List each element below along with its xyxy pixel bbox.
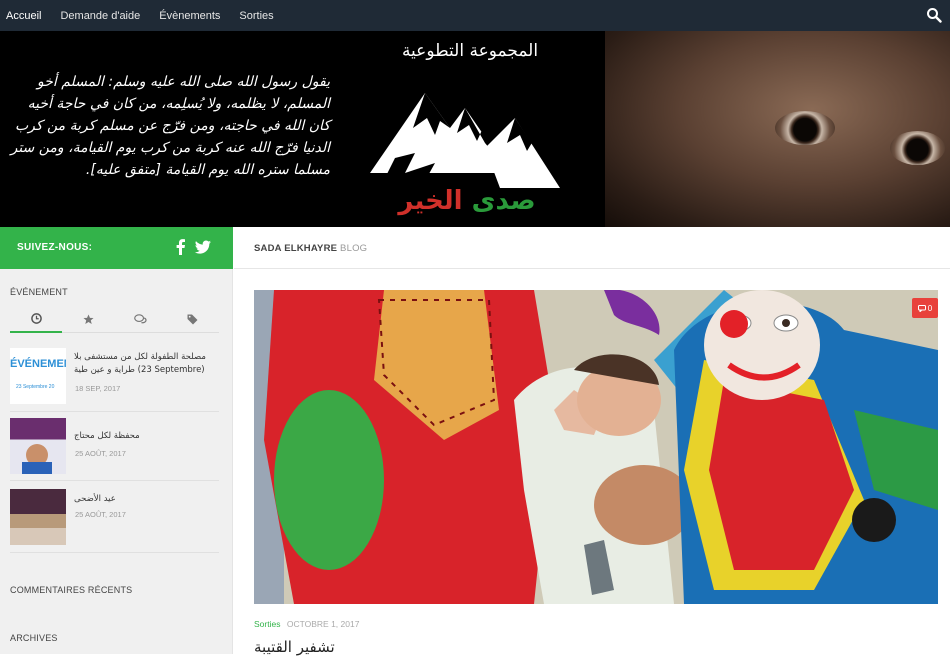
star-icon xyxy=(83,313,94,324)
main-menu: Accueil Demande d'aide Évènements Sortie… xyxy=(6,0,293,31)
blog-title: SADA ELKHAYRE BLOG xyxy=(254,243,367,254)
comment-icon xyxy=(917,304,926,312)
shirt-shape xyxy=(22,462,52,474)
nav-item-demande-aide[interactable]: Demande d'aide xyxy=(60,10,140,22)
list-item: عيد الأضحى 25 AOÛT, 2017 xyxy=(10,489,219,553)
right-eye-shape xyxy=(890,131,945,165)
list-item: محفظة لكل محتاج 25 AOÛT, 2017 xyxy=(10,418,219,481)
nav-item-accueil[interactable]: Accueil xyxy=(6,10,41,22)
blog-header: SADA ELKHAYRE BLOG xyxy=(234,227,950,269)
comment-count-badge[interactable]: 0 xyxy=(912,298,938,318)
logo-text: صدى الخير xyxy=(372,186,562,216)
post-date: 25 AOÛT, 2017 xyxy=(75,449,126,458)
post-title-link[interactable]: مصلحة الطفولة لكل من مستشفى بلا طراية و … xyxy=(74,351,219,377)
group-title: المجموعة التطوعية xyxy=(401,41,539,61)
follow-label: SUIVEZ-NOUS: xyxy=(17,242,93,253)
post-date: OCTOBRE 1, 2017 xyxy=(286,619,360,629)
hadith-quote: يقول رسول الله صلى الله عليه وسلم: المسل… xyxy=(10,74,330,178)
thumb-text: ÉVÉNEMEN xyxy=(10,358,66,370)
logo-text-red: الخير xyxy=(398,186,463,216)
tab-comments[interactable] xyxy=(115,305,167,333)
featured-post-image[interactable] xyxy=(254,290,938,604)
tab-popular[interactable] xyxy=(62,305,114,333)
list-item: ÉVÉNEMEN 23 Septembre 20 مصلحة الطفولة ل… xyxy=(10,348,219,412)
post-meta: Sorties OCTOBRE 1, 2017 xyxy=(254,619,359,629)
header-child-photo xyxy=(605,31,950,227)
thumb-subtext: 23 Septembre 20 xyxy=(16,384,55,390)
post-thumbnail[interactable] xyxy=(10,489,66,545)
search-icon[interactable] xyxy=(926,7,942,23)
post-title[interactable]: تشفير القتيبة xyxy=(254,638,335,656)
left-eye-shape xyxy=(775,111,835,145)
tab-recent[interactable] xyxy=(10,305,63,333)
post-title-link[interactable]: عيد الأضحى xyxy=(74,493,219,506)
clowns-baby-illustration xyxy=(254,290,938,604)
header-banner[interactable]: يقول رسول الله صلى الله عليه وسلم: المسل… xyxy=(0,31,950,227)
main-content: SADA ELKHAYRE BLOG xyxy=(234,227,950,654)
top-navigation-bar: Accueil Demande d'aide Évènements Sortie… xyxy=(0,0,950,31)
twitter-icon[interactable] xyxy=(194,238,212,256)
post-thumbnail[interactable] xyxy=(10,418,66,474)
post-date: 25 AOÛT, 2017 xyxy=(75,510,126,519)
post-date: 18 SEP, 2017 xyxy=(75,384,121,393)
nav-item-sorties[interactable]: Sorties xyxy=(239,10,273,22)
tags-icon xyxy=(187,314,198,324)
widget-title-recent-comments: COMMENTAIRES RÉCENTS xyxy=(10,585,133,595)
tab-tags[interactable] xyxy=(167,305,219,333)
widget-title-archives: ARCHIVES xyxy=(10,633,58,643)
post-category-link[interactable]: Sorties xyxy=(254,619,280,629)
widget-tabs xyxy=(10,305,219,333)
comments-icon xyxy=(134,313,147,323)
logo-text-green: صدى xyxy=(471,186,536,216)
post-thumbnail[interactable]: ÉVÉNEMEN 23 Septembre 20 xyxy=(10,348,66,404)
facebook-icon[interactable] xyxy=(172,238,190,256)
widget-title-event: ÉVÉNEMENT xyxy=(10,287,68,297)
nav-item-evenements[interactable]: Évènements xyxy=(159,10,220,22)
sidebar: SUIVEZ-NOUS: ÉVÉNEMENT ÉVÉNEMEN 23 Septe… xyxy=(0,227,233,654)
blog-name: SADA ELKHAYRE xyxy=(254,243,338,254)
follow-bar: SUIVEZ-NOUS: xyxy=(0,227,233,269)
clock-icon xyxy=(30,312,42,324)
comment-count: 0 xyxy=(927,303,933,313)
blog-suffix: BLOG xyxy=(340,243,368,254)
post-title-link[interactable]: محفظة لكل محتاج xyxy=(74,430,219,443)
